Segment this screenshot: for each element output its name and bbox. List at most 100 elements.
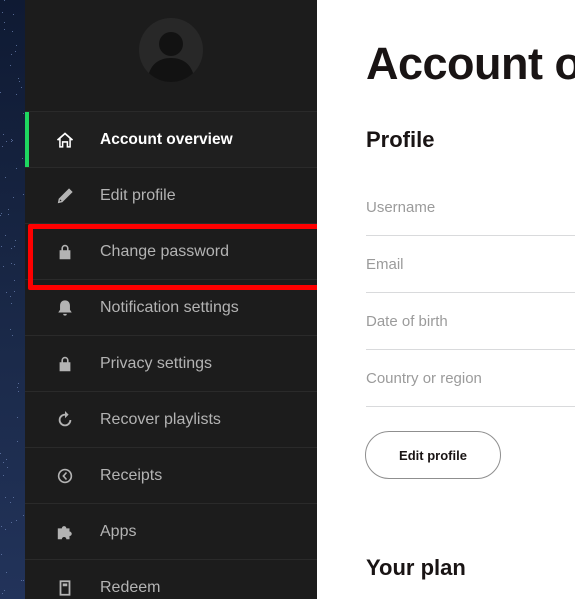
- background-dot: [16, 94, 17, 95]
- background-dot: [11, 303, 12, 304]
- gift-card-icon: [55, 578, 75, 598]
- field-label: Username: [366, 199, 436, 216]
- background-dot: [2, 146, 3, 147]
- background-dot: [10, 296, 11, 297]
- background-dot: [0, 92, 1, 93]
- background-dot: [16, 168, 17, 169]
- background-dot: [14, 246, 15, 247]
- background-dot: [6, 459, 7, 460]
- sidebar-item-privacy-settings[interactable]: Privacy settings: [25, 335, 317, 391]
- profile-heading: Profile: [366, 127, 435, 152]
- background-dot: [6, 292, 7, 293]
- lock-icon: [55, 354, 75, 374]
- background-dot: [17, 417, 18, 418]
- background-dot: [5, 235, 6, 236]
- background-dot: [8, 214, 9, 215]
- background-dot: [16, 45, 17, 46]
- email-field: Email: [366, 236, 575, 293]
- background-dot: [14, 264, 15, 265]
- background-dot: [10, 329, 11, 330]
- sidebar-item-receipts[interactable]: Receipts: [25, 447, 317, 503]
- background-dot: [5, 177, 6, 178]
- sidebar-item-label: Privacy settings: [100, 355, 213, 372]
- background-dot: [2, 593, 3, 594]
- sidebar-item-label: Account overview: [100, 131, 233, 148]
- sidebar-item-label: Edit profile: [100, 187, 176, 204]
- clock-icon: [55, 466, 75, 486]
- home-icon: [55, 130, 75, 150]
- username-field: Username: [366, 179, 575, 236]
- background-dot: [4, 22, 5, 23]
- background-dot: [4, 590, 5, 591]
- background-dot: [0, 453, 1, 454]
- background-dot: [13, 497, 14, 498]
- refresh-icon: [55, 410, 75, 430]
- edit-profile-button[interactable]: Edit profile: [365, 431, 501, 479]
- background-dot: [15, 240, 16, 241]
- sidebar-item-label: Redeem: [100, 579, 161, 596]
- sidebar-item-label: Receipts: [100, 467, 163, 484]
- background-dot: [4, 0, 5, 1]
- country-field: Country or region: [366, 350, 575, 407]
- background-dot: [11, 139, 12, 140]
- background-dot: [12, 140, 13, 141]
- background-dot: [13, 197, 14, 198]
- background-dot: [21, 87, 22, 88]
- sidebar-item-redeem[interactable]: Redeem: [25, 559, 317, 599]
- background-dot: [1, 213, 2, 214]
- date-of-birth-field: Date of birth: [366, 293, 575, 350]
- background-dot: [23, 580, 24, 581]
- background-dot: [1, 526, 2, 527]
- background-dot: [17, 387, 18, 388]
- background-dot: [23, 194, 24, 195]
- user-avatar-icon: [147, 32, 195, 82]
- background-dot: [23, 515, 24, 516]
- background-dot: [18, 383, 19, 384]
- background-dot: [5, 497, 6, 498]
- background-dot: [3, 475, 4, 476]
- background-dot: [10, 65, 11, 66]
- field-label: Date of birth: [366, 313, 448, 330]
- puzzle-icon: [55, 522, 75, 542]
- background-dot: [8, 209, 9, 210]
- page-title: Account o: [366, 38, 575, 89]
- sidebar-nav: Account overview Edit profile Change pas…: [25, 111, 317, 599]
- background-dot: [3, 134, 4, 135]
- background-dot: [4, 29, 5, 30]
- background-dot: [12, 31, 13, 32]
- background-dot: [6, 572, 7, 573]
- field-label: Email: [366, 256, 404, 273]
- background-dot: [15, 51, 16, 52]
- field-label: Country or region: [366, 370, 482, 387]
- background-dot: [1, 554, 2, 555]
- pencil-icon: [55, 186, 75, 206]
- sidebar-item-edit-profile[interactable]: Edit profile: [25, 167, 317, 223]
- sidebar-item-label: Recover playlists: [100, 411, 221, 428]
- background-dot: [10, 502, 11, 503]
- background-dot: [23, 113, 24, 114]
- background-dot: [14, 291, 15, 292]
- background-dot: [17, 441, 18, 442]
- avatar[interactable]: [139, 18, 203, 82]
- sidebar-item-account-overview[interactable]: Account overview: [25, 111, 317, 167]
- sidebar-item-apps[interactable]: Apps: [25, 503, 317, 559]
- background-dot: [7, 467, 8, 468]
- your-plan-heading: Your plan: [366, 555, 466, 580]
- sidebar: Account overview Edit profile Change pas…: [25, 0, 317, 599]
- background-dot: [18, 78, 19, 79]
- sidebar-item-label: Apps: [100, 523, 137, 540]
- background-dot: [11, 248, 12, 249]
- background-dot: [22, 158, 23, 159]
- background-dot: [1, 246, 2, 247]
- sidebar-item-label: Notification settings: [100, 299, 239, 316]
- background-dot: [5, 529, 6, 530]
- background-dot: [0, 215, 1, 216]
- background-dot: [11, 263, 12, 264]
- background-dot: [6, 141, 7, 142]
- background-dot: [11, 54, 12, 55]
- main-content: Account o Profile Username Email Date of…: [317, 0, 575, 599]
- background-dot: [18, 391, 19, 392]
- background-edge: [0, 0, 25, 599]
- sidebar-item-recover-playlists[interactable]: Recover playlists: [25, 391, 317, 447]
- background-dot: [14, 280, 15, 281]
